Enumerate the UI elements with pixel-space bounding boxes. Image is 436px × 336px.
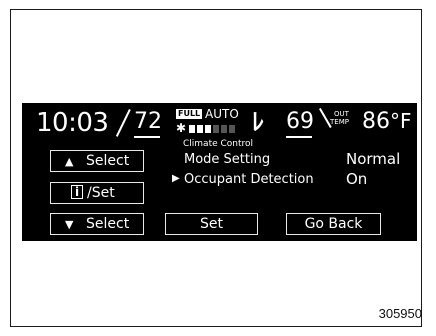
panel-title: Climate Control [183,139,254,149]
divider-slash [115,109,131,137]
menu-row-occupant-detection[interactable]: ▶ Occupant Detection On [172,171,412,189]
info-set-button[interactable]: i /Set [50,182,144,204]
auto-label: AUTO [205,107,239,121]
menu-row-label: Occupant Detection [184,172,314,187]
select-down-button[interactable]: ▼ Select [50,213,144,235]
outside-temp-unit: °F [390,109,412,133]
set-button[interactable]: Set [165,213,258,235]
select-down-label: Select [86,216,130,232]
fan-mode-badge: FULL [176,109,203,119]
info-set-label: /Set [87,185,115,201]
clock: 10:03 [36,108,109,138]
infotainment-screen: 10:03 72 FULL AUTO ✱ ﾚ 69 OUT TEMP 86 °F… [22,103,417,241]
outside-temp: 86 [362,109,390,134]
menu-row-label: Mode Setting [184,152,271,167]
menu-row-mode-setting[interactable]: Mode Setting Normal [172,151,412,169]
passenger-temp-underline [286,136,312,138]
fan-speed-bar [189,125,241,133]
figure-id: 305950 [378,306,422,321]
selected-marker-icon: ▶ [172,173,180,184]
select-up-button[interactable]: ▲ Select [50,150,144,172]
up-arrow-icon: ▲ [65,155,74,168]
info-icon: i [71,185,84,199]
passenger-temp[interactable]: 69 [286,111,314,133]
menu-row-value: Normal [346,150,401,168]
fan-icon: ✱ [176,121,187,135]
down-arrow-icon: ▼ [65,218,74,231]
out-temp-label-line2: TEMP [330,118,349,126]
driver-temp[interactable]: 72 [134,111,162,133]
out-temp-label-line1: OUT [334,110,349,118]
airflow-mode-icon[interactable]: ﾚ [252,110,264,134]
go-back-label: Go Back [304,216,363,232]
driver-temp-underline [134,136,160,138]
menu-row-value: On [346,170,368,188]
go-back-button[interactable]: Go Back [286,213,381,235]
select-up-label: Select [86,153,130,169]
set-label: Set [200,216,223,232]
